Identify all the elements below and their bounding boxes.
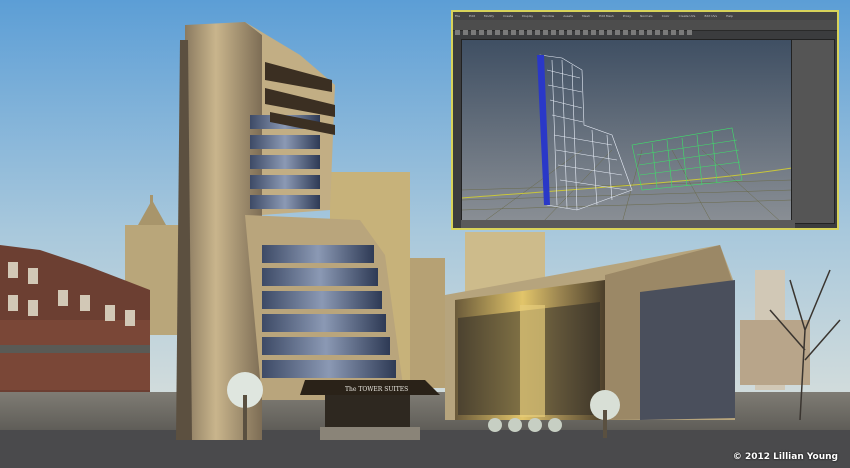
ground-grid [461,149,793,224]
menu-item[interactable]: Mesh [582,12,590,20]
entrance-steps [320,427,420,440]
menu-item[interactable]: Create UVs [679,12,696,20]
menu-item[interactable]: Help [726,12,733,20]
timeline[interactable] [461,220,795,228]
menu-item[interactable]: Window [542,12,554,20]
ground-curve [461,167,793,199]
3d-viewport[interactable] [461,39,793,224]
menu-item[interactable]: Color [662,12,670,20]
menu-item[interactable]: Normals [640,12,652,20]
menu-item[interactable]: Edit UVs [704,12,717,20]
tower-wireframe [539,54,633,211]
wireframe-view [461,54,793,224]
menu-item[interactable]: Edit Mesh [599,12,614,20]
menu-item[interactable]: Edit [469,12,475,20]
modeling-software-inset: File Edit Modify Create Display Window A… [451,10,839,230]
outliner-panel[interactable] [791,39,835,224]
menu-item[interactable]: Modify [484,12,494,20]
menu-item[interactable]: Proxy [623,12,631,20]
copyright-notice: © 2012 Lillian Young [732,452,838,462]
tower-sign: The TOWER SUITES [345,386,408,393]
menu-item[interactable]: Display [522,12,533,20]
menu-item[interactable]: Create [503,12,513,20]
tower-wireframe-blue [537,55,550,205]
menu-item[interactable]: Assets [563,12,573,20]
tool-shelf[interactable] [453,20,837,35]
street [0,430,850,468]
menu-item[interactable]: File [455,12,460,20]
